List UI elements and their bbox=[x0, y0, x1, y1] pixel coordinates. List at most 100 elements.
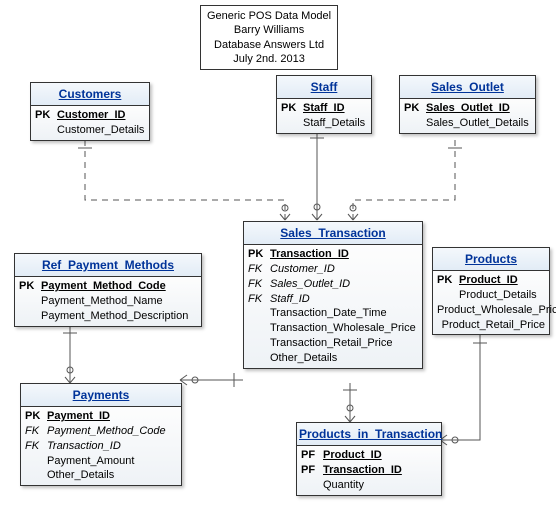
key-indicator: PK bbox=[404, 101, 426, 116]
entity-title: Sales_Transaction bbox=[244, 222, 422, 245]
attribute-name: Customer_ID bbox=[270, 262, 418, 277]
attribute-row: PFProduct_ID bbox=[297, 448, 441, 463]
key-indicator bbox=[19, 294, 41, 309]
attribute-row: FKCustomer_ID bbox=[244, 262, 422, 277]
attribute-row: Payment_Method_Name bbox=[15, 294, 201, 309]
key-indicator: FK bbox=[248, 292, 270, 307]
entity-body: PFProduct_IDPFTransaction_IDQuantity bbox=[297, 446, 441, 495]
entity-title: Sales_Outlet bbox=[400, 76, 535, 99]
entity-body: PKPayment_IDFKPayment_Method_CodeFKTrans… bbox=[21, 407, 181, 485]
attribute-row: PKTransaction_ID bbox=[244, 247, 422, 262]
attribute-name: Other_Details bbox=[270, 351, 418, 366]
entity-title: Payments bbox=[21, 384, 181, 407]
title-line: July 2nd. 2013 bbox=[207, 52, 331, 66]
attribute-row: Other_Details bbox=[21, 468, 181, 483]
entity-sales-transaction: Sales_Transaction PKTransaction_IDFKCust… bbox=[243, 221, 423, 369]
entity-products-in-transaction: Products_in_Transaction PFProduct_IDPFTr… bbox=[296, 422, 442, 496]
key-indicator: FK bbox=[248, 262, 270, 277]
entity-customers: Customers PKCustomer_IDCustomer_Details bbox=[30, 82, 150, 141]
key-indicator bbox=[437, 288, 459, 303]
attribute-row: FKPayment_Method_Code bbox=[21, 424, 181, 439]
key-indicator bbox=[35, 123, 57, 138]
attribute-row: Customer_Details bbox=[31, 123, 149, 138]
attribute-name: Transaction_Date_Time bbox=[270, 306, 418, 321]
attribute-name: Payment_Method_Name bbox=[41, 294, 197, 309]
attribute-row: PKCustomer_ID bbox=[31, 108, 149, 123]
key-indicator bbox=[248, 306, 270, 321]
entity-title: Products bbox=[433, 248, 549, 271]
entity-title: Customers bbox=[31, 83, 149, 106]
key-indicator: PK bbox=[281, 101, 303, 116]
attribute-name: Sales_Outlet_ID bbox=[426, 101, 531, 116]
entity-body: PKSales_Outlet_IDSales_Outlet_Details bbox=[400, 99, 535, 133]
key-indicator: PK bbox=[25, 409, 47, 424]
attribute-row: Product_Wholesale_Price bbox=[433, 303, 549, 318]
attribute-name: Transaction_ID bbox=[47, 439, 177, 454]
attribute-row: FKStaff_ID bbox=[244, 292, 422, 307]
key-indicator bbox=[19, 309, 41, 324]
entity-ref-payment-methods: Ref_Payment_Methods PKPayment_Method_Cod… bbox=[14, 253, 202, 327]
attribute-name: Payment_ID bbox=[47, 409, 177, 424]
attribute-row: Transaction_Date_Time bbox=[244, 306, 422, 321]
attribute-name: Staff_Details bbox=[303, 116, 367, 131]
entity-title: Products_in_Transaction bbox=[297, 423, 441, 446]
attribute-row: Transaction_Retail_Price bbox=[244, 336, 422, 351]
key-indicator bbox=[404, 116, 426, 131]
key-indicator bbox=[281, 116, 303, 131]
diagram-title-box: Generic POS Data Model Barry Williams Da… bbox=[200, 5, 338, 70]
key-indicator bbox=[248, 336, 270, 351]
title-line: Barry Williams bbox=[207, 23, 331, 37]
attribute-name: Product_ID bbox=[459, 273, 545, 288]
attribute-row: PKPayment_Method_Code bbox=[15, 279, 201, 294]
entity-products: Products PKProduct_IDProduct_DetailsProd… bbox=[432, 247, 550, 335]
entity-body: PKProduct_IDProduct_DetailsProduct_Whole… bbox=[433, 271, 549, 334]
attribute-row: Payment_Method_Description bbox=[15, 309, 201, 324]
entity-title: Staff bbox=[277, 76, 371, 99]
attribute-name: Payment_Method_Description bbox=[41, 309, 197, 324]
key-indicator bbox=[248, 321, 270, 336]
key-indicator: PK bbox=[437, 273, 459, 288]
attribute-row: PKSales_Outlet_ID bbox=[400, 101, 535, 116]
key-indicator bbox=[25, 468, 47, 483]
attribute-row: Product_Details bbox=[433, 288, 549, 303]
attribute-name: Product_ID bbox=[323, 448, 437, 463]
attribute-name: Payment_Method_Code bbox=[41, 279, 197, 294]
attribute-row: Sales_Outlet_Details bbox=[400, 116, 535, 131]
key-indicator bbox=[301, 478, 323, 493]
key-indicator: FK bbox=[248, 277, 270, 292]
attribute-name: Payment_Amount bbox=[47, 454, 177, 469]
attribute-name: Payment_Method_Code bbox=[47, 424, 177, 439]
attribute-row: FKTransaction_ID bbox=[21, 439, 181, 454]
attribute-name: Transaction_Retail_Price bbox=[270, 336, 418, 351]
entity-body: PKStaff_IDStaff_Details bbox=[277, 99, 371, 133]
attribute-row: Product_Retail_Price bbox=[433, 318, 549, 333]
attribute-row: Payment_Amount bbox=[21, 454, 181, 469]
key-indicator bbox=[25, 454, 47, 469]
attribute-row: Other_Details bbox=[244, 351, 422, 366]
attribute-row: Staff_Details bbox=[277, 116, 371, 131]
title-line: Generic POS Data Model bbox=[207, 9, 331, 23]
key-indicator bbox=[248, 351, 270, 366]
attribute-name: Staff_ID bbox=[303, 101, 367, 116]
key-indicator: PF bbox=[301, 463, 323, 478]
key-indicator: FK bbox=[25, 439, 47, 454]
key-indicator: PK bbox=[248, 247, 270, 262]
attribute-name: Transaction_ID bbox=[323, 463, 437, 478]
attribute-row: Quantity bbox=[297, 478, 441, 493]
attribute-name: Sales_Outlet_Details bbox=[426, 116, 531, 131]
attribute-name: Customer_Details bbox=[57, 123, 145, 138]
attribute-name: Sales_Outlet_ID bbox=[270, 277, 418, 292]
attribute-row: PKProduct_ID bbox=[433, 273, 549, 288]
attribute-row: Transaction_Wholesale_Price bbox=[244, 321, 422, 336]
entity-payments: Payments PKPayment_IDFKPayment_Method_Co… bbox=[20, 383, 182, 486]
attribute-row: FKSales_Outlet_ID bbox=[244, 277, 422, 292]
attribute-name: Other_Details bbox=[47, 468, 177, 483]
entity-sales-outlet: Sales_Outlet PKSales_Outlet_IDSales_Outl… bbox=[399, 75, 536, 134]
title-line: Database Answers Ltd bbox=[207, 38, 331, 52]
attribute-name: Product_Wholesale_Price bbox=[437, 303, 556, 318]
attribute-name: Quantity bbox=[323, 478, 437, 493]
attribute-name: Staff_ID bbox=[270, 292, 418, 307]
attribute-name: Transaction_Wholesale_Price bbox=[270, 321, 418, 336]
key-indicator: FK bbox=[25, 424, 47, 439]
attribute-row: PKStaff_ID bbox=[277, 101, 371, 116]
